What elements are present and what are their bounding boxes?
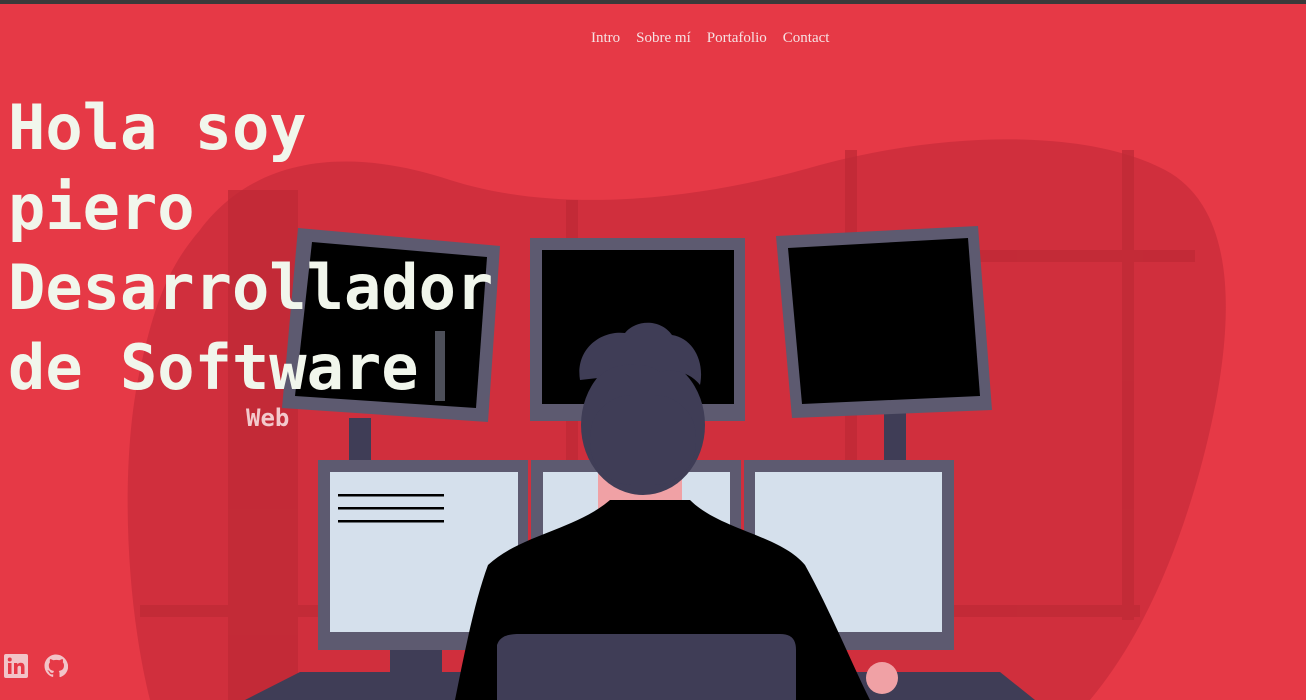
nav-link-intro[interactable]: Intro xyxy=(591,30,620,47)
hero-line-1: Hola soy xyxy=(8,91,307,164)
nav-link-contact[interactable]: Contact xyxy=(783,30,830,47)
github-icon[interactable] xyxy=(44,654,69,678)
social-links xyxy=(4,654,69,678)
hero-subtitle: Web xyxy=(246,404,290,432)
hero-line-3: Desarrollador xyxy=(8,251,494,324)
chair xyxy=(497,634,796,700)
typing-cursor xyxy=(434,331,445,401)
nav-link-sobre-mi[interactable]: Sobre mí xyxy=(636,30,691,47)
hero-line-4-wrap: de Software xyxy=(8,328,493,408)
hero-line-2: piero xyxy=(8,171,195,244)
hero-line-4: de Software xyxy=(8,331,419,404)
main-nav: Intro Sobre mí Portafolio Contact xyxy=(591,30,829,47)
nav-link-portafolio[interactable]: Portafolio xyxy=(707,30,767,47)
hero-heading: Hola soy piero Desarrollador de Software xyxy=(8,88,493,408)
linkedin-icon[interactable] xyxy=(4,654,28,678)
